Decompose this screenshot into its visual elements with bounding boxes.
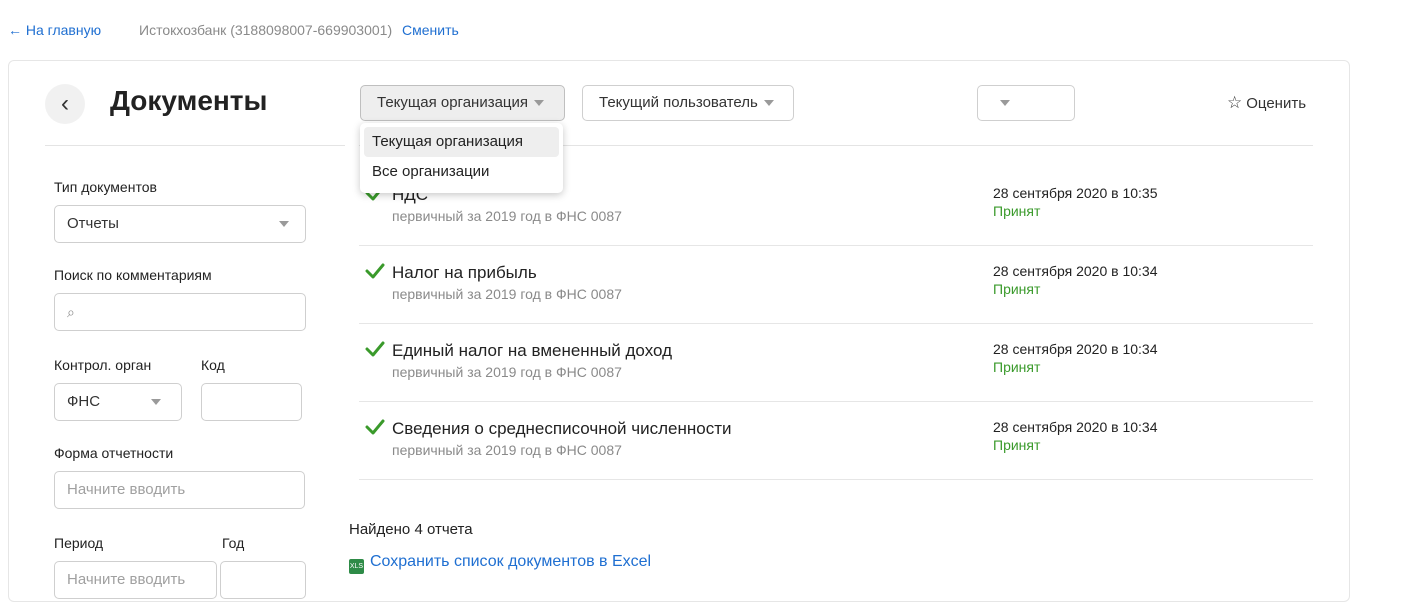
chevron-down-icon <box>279 221 289 227</box>
document-date: 28 сентября 2020 в 10:35 <box>993 185 1158 201</box>
document-title: Единый налог на вмененный доход <box>392 341 673 360</box>
document-subtitle: первичный за 2019 год в ФНС 0087 <box>392 286 622 302</box>
check-icon <box>365 419 385 435</box>
change-organization-link[interactable]: Сменить <box>402 22 459 38</box>
document-row[interactable]: Налог на прибыль первичный за 2019 год в… <box>359 245 1313 324</box>
chevron-left-icon[interactable]: ‹ <box>45 84 85 124</box>
document-row[interactable]: Единый налог на вмененный доход первичны… <box>359 323 1313 402</box>
user-filter-label: Текущий пользователь <box>599 94 758 111</box>
search-icon: ⌕ <box>67 304 75 320</box>
control-authority-select[interactable]: ФНС <box>54 383 182 421</box>
organization-dropdown-menu: Текущая организация Все организации <box>360 123 563 193</box>
document-status: Принят <box>993 203 1041 219</box>
chevron-down-icon <box>763 100 774 107</box>
organization-filter-select[interactable]: Текущая организация <box>360 85 565 121</box>
excel-file-icon: XLS <box>349 559 364 574</box>
chevron-down-icon <box>534 100 545 107</box>
report-form-label: Форма отчетности <box>54 445 174 461</box>
doc-type-select[interactable]: Отчеты <box>54 205 306 243</box>
control-authority-value: ФНС <box>67 393 101 410</box>
document-subtitle: первичный за 2019 год в ФНС 0087 <box>392 364 622 380</box>
document-subtitle: первичный за 2019 год в ФНС 0087 <box>392 208 622 224</box>
period-label: Период <box>54 535 104 551</box>
period-input[interactable]: Начните вводить <box>54 561 217 599</box>
results-count: Найдено 4 отчета <box>349 521 473 538</box>
save-excel-label: Сохранить список документов в Excel <box>370 553 652 570</box>
star-outline-icon: ☆ <box>1227 93 1243 112</box>
document-title: Сведения о среднесписочной численности <box>392 419 732 438</box>
view-mode-select[interactable] <box>977 85 1075 121</box>
document-date: 28 сентября 2020 в 10:34 <box>993 263 1158 279</box>
back-to-home-link[interactable]: ← На главную <box>8 22 101 38</box>
year-label: Год <box>222 535 245 551</box>
document-title: Налог на прибыль <box>392 263 537 282</box>
document-subtitle: первичный за 2019 год в ФНС 0087 <box>392 442 622 458</box>
save-excel-link[interactable]: XLS Сохранить список документов в Excel <box>349 553 651 574</box>
control-authority-label: Контрол. орган <box>54 357 152 373</box>
check-icon <box>365 263 385 279</box>
document-status: Принят <box>993 437 1041 453</box>
document-row[interactable]: Сведения о среднесписочной численности п… <box>359 401 1313 480</box>
search-comments-input[interactable]: ⌕ <box>54 293 306 331</box>
doc-type-label: Тип документов <box>54 179 157 195</box>
page-title: Документы <box>110 85 268 116</box>
top-bar: ← На главную Истокхозбанк (3188098007-66… <box>8 20 459 40</box>
document-status: Принят <box>993 281 1041 297</box>
rate-button[interactable]: ☆ Оценить <box>1227 93 1306 113</box>
year-input[interactable] <box>220 561 306 599</box>
user-filter-select[interactable]: Текущий пользователь <box>582 85 794 121</box>
chevron-down-icon <box>1000 100 1010 107</box>
documents-card: ‹ Документы Текущая организация Текущий … <box>8 60 1350 602</box>
code-input[interactable] <box>201 383 302 421</box>
organization-filter-label: Текущая организация <box>377 94 529 111</box>
doc-type-value: Отчеты <box>67 215 119 232</box>
check-icon <box>365 341 385 357</box>
report-form-input[interactable]: Начните вводить <box>54 471 305 509</box>
code-label: Код <box>201 357 225 373</box>
organization-name: Истокхозбанк (3188098007-669903001) <box>139 22 393 38</box>
dropdown-item-all-organizations[interactable]: Все организации <box>364 157 559 187</box>
document-date: 28 сентября 2020 в 10:34 <box>993 341 1158 357</box>
search-comments-label: Поиск по комментариям <box>54 267 212 283</box>
document-status: Принят <box>993 359 1041 375</box>
report-form-placeholder: Начните вводить <box>67 481 186 498</box>
divider <box>45 145 345 146</box>
rate-label: Оценить <box>1246 95 1307 112</box>
chevron-down-icon <box>151 399 161 405</box>
dropdown-item-current-organization[interactable]: Текущая организация <box>364 127 559 157</box>
document-date: 28 сентября 2020 в 10:34 <box>993 419 1158 435</box>
